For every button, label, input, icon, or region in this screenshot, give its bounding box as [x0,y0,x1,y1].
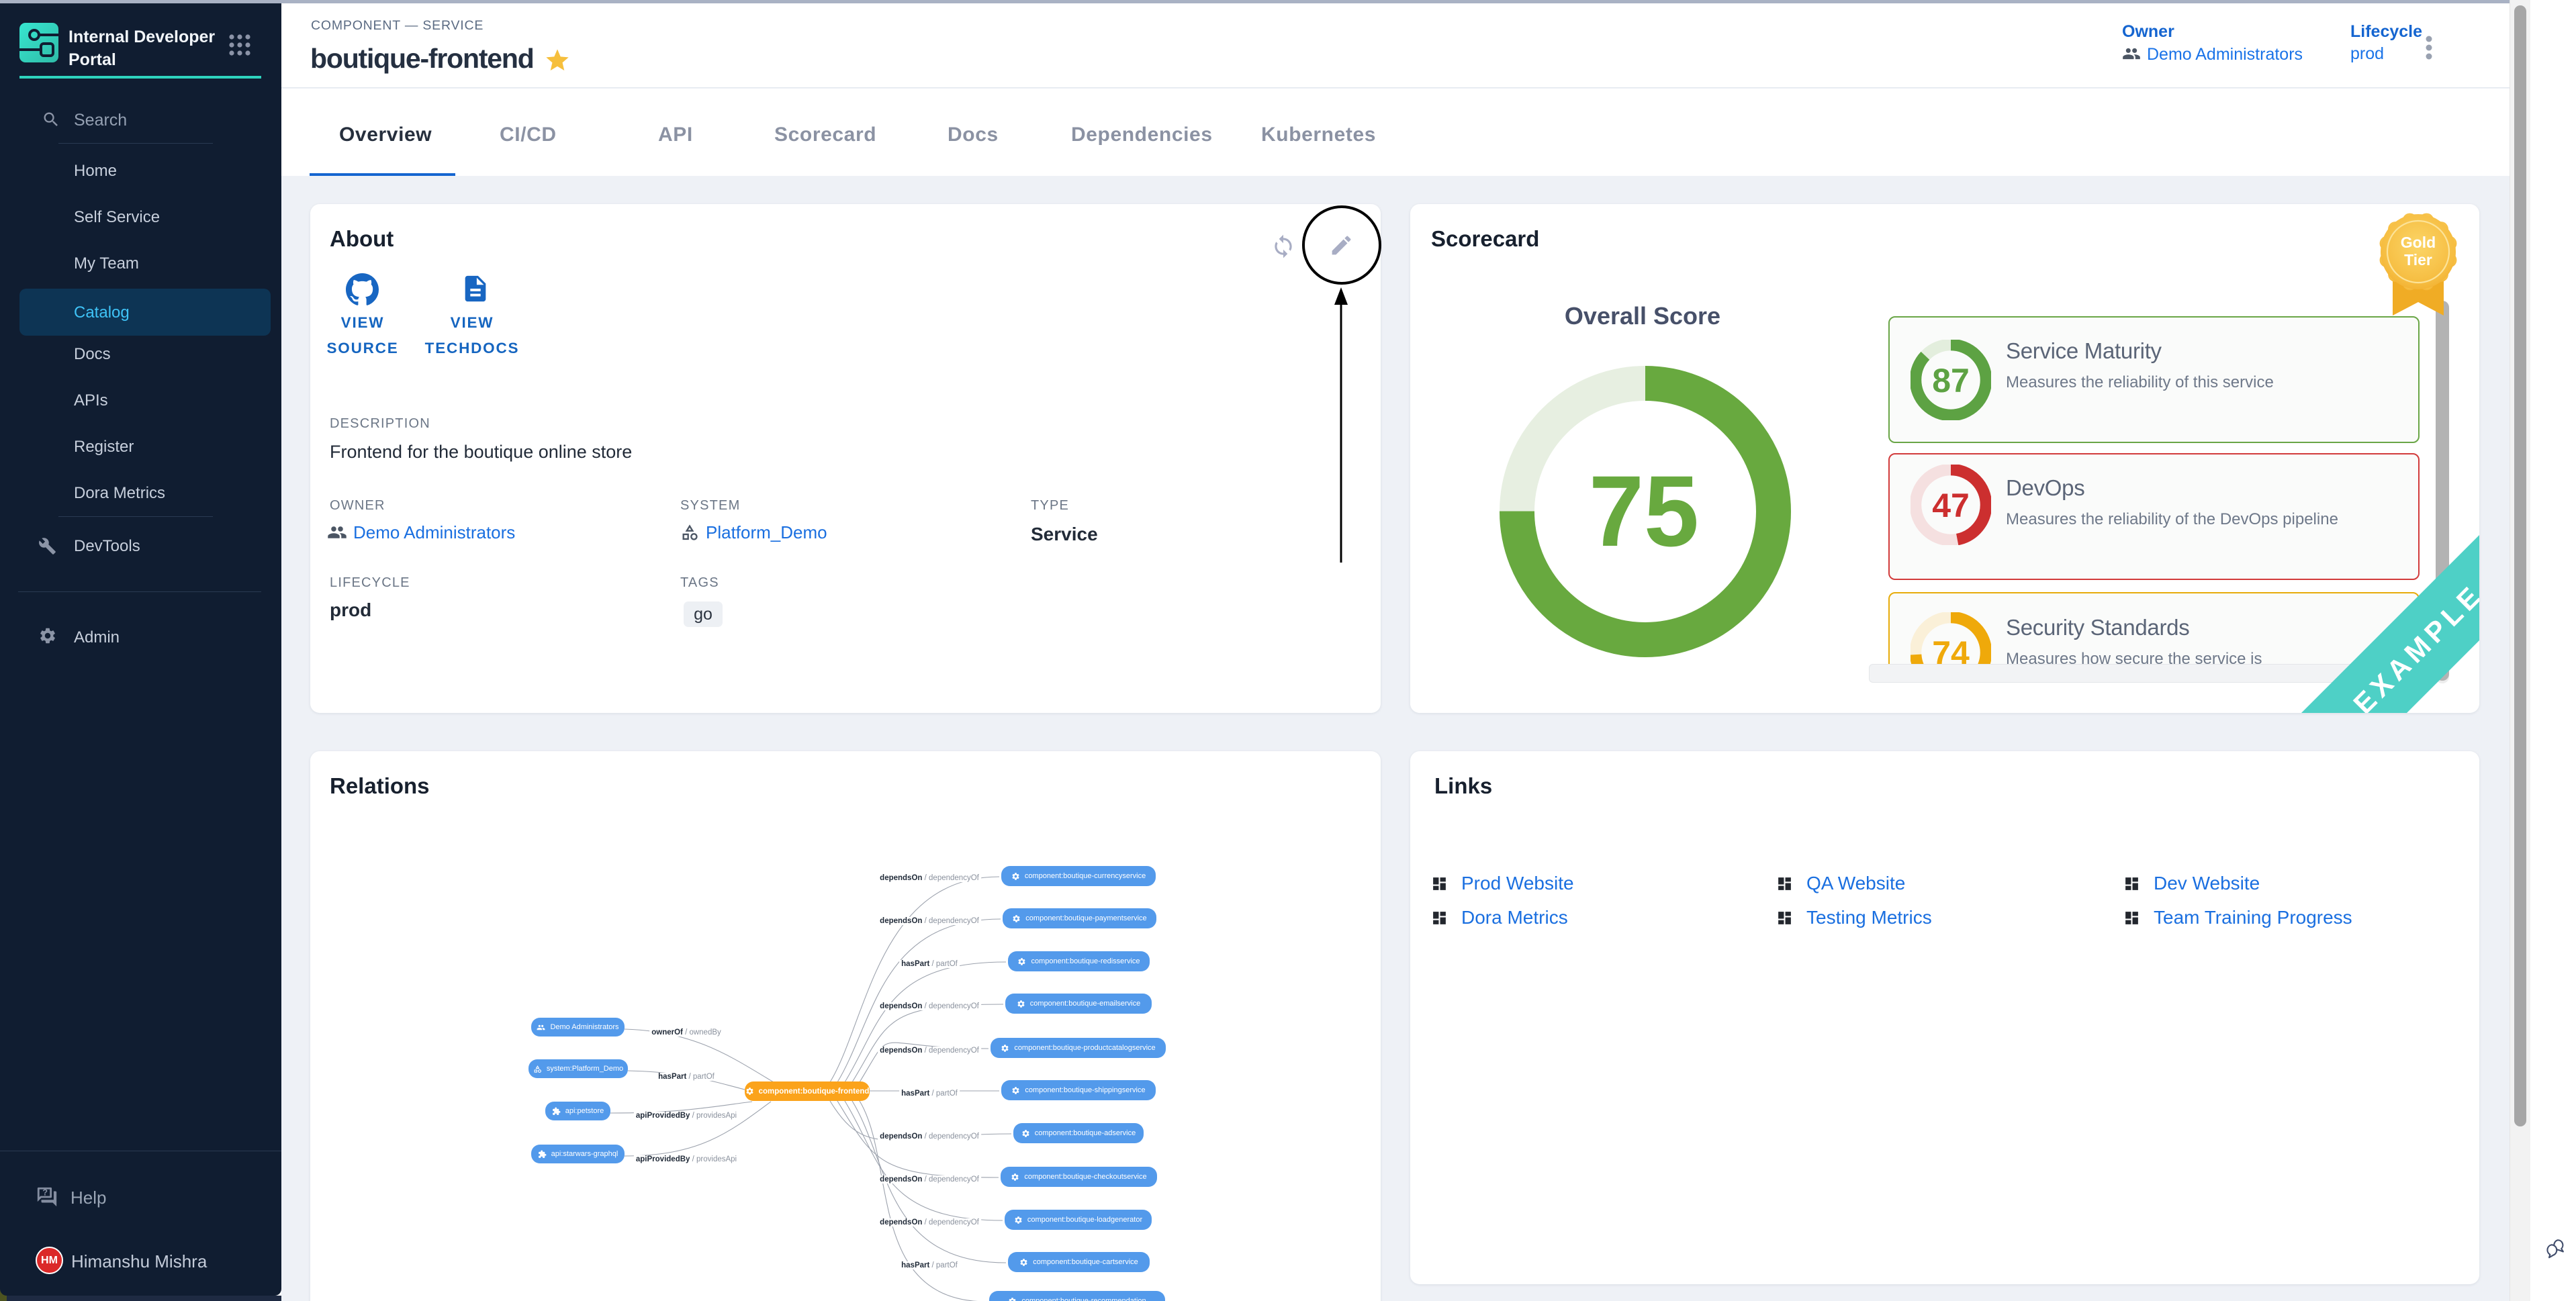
svg-text:Gold: Gold [2401,234,2436,251]
svg-text:?: ? [42,1187,48,1197]
svg-text:75: 75 [1589,454,1699,567]
svg-text:87: 87 [1932,362,1970,399]
svg-text:47: 47 [1932,487,1970,524]
svg-text:Tier: Tier [2404,251,2432,269]
